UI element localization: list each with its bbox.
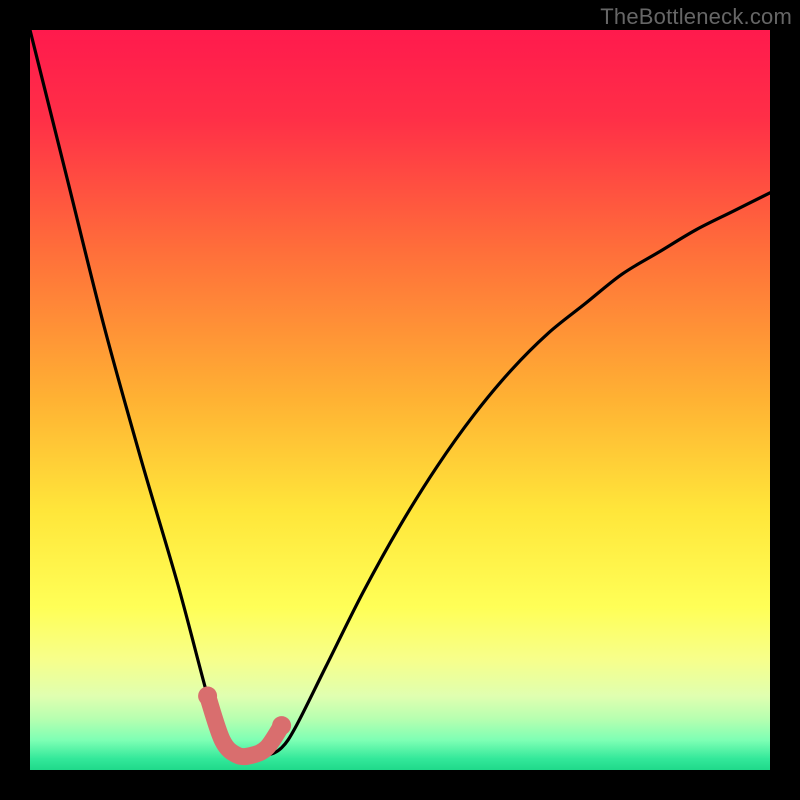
chart-background	[30, 30, 770, 770]
watermark-label: TheBottleneck.com	[600, 4, 792, 30]
bottleneck-chart	[30, 30, 770, 770]
